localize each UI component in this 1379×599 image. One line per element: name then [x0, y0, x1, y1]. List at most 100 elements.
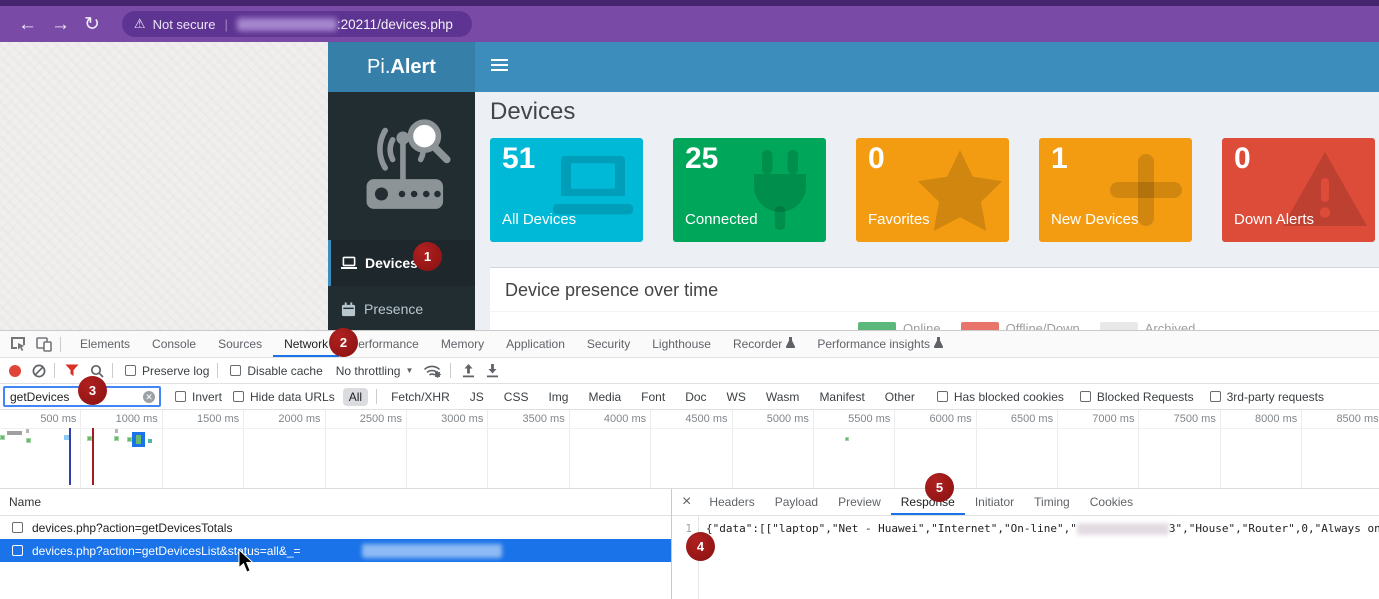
request-mark [26, 429, 29, 433]
tab-application[interactable]: Application [495, 331, 576, 357]
toolbar-separator [60, 337, 61, 352]
annotation-step-1: 1 [413, 242, 442, 271]
request-detail-pane: × Headers Payload Preview Response Initi… [672, 489, 1379, 599]
filter-chip-font[interactable]: Font [635, 388, 671, 406]
device-toolbar-icon[interactable] [36, 337, 52, 352]
network-overview-timeline[interactable]: 500 ms 1000 ms 1500 ms 2000 ms 2500 ms 3… [0, 410, 1379, 489]
tab-memory[interactable]: Memory [430, 331, 495, 357]
preserve-log-checkbox[interactable]: Preserve log [125, 364, 209, 378]
filter-chip-fetch-xhr[interactable]: Fetch/XHR [385, 388, 456, 406]
filter-chip-img[interactable]: Img [542, 388, 574, 406]
checkbox[interactable] [12, 545, 23, 556]
checkbox[interactable] [937, 391, 948, 402]
devtools-panel: Elements Console Sources Network Perform… [0, 330, 1379, 599]
sidebar-item-presence[interactable]: Presence [328, 286, 475, 330]
card-all-devices[interactable]: 51 All Devices [490, 138, 643, 242]
request-mark [64, 435, 69, 440]
timeline-tick-label: 3000 ms [441, 413, 483, 425]
address-bar[interactable]: ⚠ Not secure | :20211/devices.php [122, 11, 472, 37]
inspect-element-icon[interactable] [10, 336, 26, 352]
detail-tab-payload[interactable]: Payload [765, 489, 828, 515]
export-har-icon[interactable] [486, 364, 499, 378]
checkbox[interactable] [233, 391, 244, 402]
annotation-step-4: 4 [686, 532, 715, 561]
checkbox[interactable] [230, 365, 241, 376]
detail-tab-timing[interactable]: Timing [1024, 489, 1080, 515]
reload-icon[interactable]: ↻ [84, 15, 100, 34]
card-connected[interactable]: 25 Connected [673, 138, 826, 242]
timeline-tick-label: 1500 ms [197, 413, 239, 425]
third-party-requests-checkbox[interactable]: 3rd-party requests [1210, 390, 1324, 404]
throttling-dropdown[interactable]: No throttling ▼ [336, 364, 414, 378]
close-icon[interactable]: × [682, 493, 691, 511]
disable-cache-checkbox[interactable]: Disable cache [230, 364, 322, 378]
filter-chip-js[interactable]: JS [464, 388, 490, 406]
request-row-selected[interactable]: devices.php?action=getDevicesList&status… [0, 539, 671, 562]
blocked-requests-checkbox[interactable]: Blocked Requests [1080, 390, 1194, 404]
detail-tab-headers[interactable]: Headers [699, 489, 764, 515]
toolbar-separator [376, 389, 377, 404]
timeline-tick-label: 1000 ms [116, 413, 158, 425]
clear-filter-icon[interactable]: ✕ [143, 391, 155, 403]
filter-chip-all[interactable]: All [343, 388, 368, 406]
hamburger-menu-icon[interactable] [491, 59, 508, 74]
panel-title: Device presence over time [490, 268, 1379, 312]
checkbox[interactable] [12, 522, 23, 533]
import-har-icon[interactable] [462, 364, 475, 378]
card-label: Down Alerts [1234, 211, 1314, 228]
card-down-alerts[interactable]: 0 Down Alerts [1222, 138, 1375, 242]
checkbox[interactable] [1080, 391, 1091, 402]
request-row[interactable]: devices.php?action=getDevicesTotals [0, 516, 671, 539]
detail-tab-preview[interactable]: Preview [828, 489, 891, 515]
tab-performance-insights[interactable]: Performance insights [806, 331, 954, 357]
filter-input-value: getDevices [10, 390, 143, 404]
card-favorites[interactable]: 0 Favorites [856, 138, 1009, 242]
filter-chip-manifest[interactable]: Manifest [813, 388, 870, 406]
back-icon[interactable]: ← [18, 15, 37, 34]
network-conditions-icon[interactable] [424, 364, 442, 378]
detail-tab-initiator[interactable]: Initiator [965, 489, 1024, 515]
calendar-icon [341, 302, 356, 317]
request-name: devices.php?action=getDevicesTotals [32, 521, 232, 535]
name-column-header[interactable]: Name [0, 489, 671, 516]
sidebar-item-devices[interactable]: Devices [328, 240, 475, 286]
clear-icon[interactable] [32, 364, 46, 378]
filter-chip-other[interactable]: Other [879, 388, 921, 406]
hide-data-urls-checkbox[interactable]: Hide data URLs [233, 390, 335, 404]
response-viewer[interactable]: 1 {"data":[["laptop","Net - Huawei","Int… [672, 516, 1379, 599]
filter-chip-wasm[interactable]: Wasm [760, 388, 806, 406]
tab-recorder[interactable]: Recorder [722, 331, 806, 357]
detail-tab-cookies[interactable]: Cookies [1080, 489, 1143, 515]
timeline-tick-label: 4500 ms [685, 413, 727, 425]
checkbox[interactable] [175, 391, 186, 402]
invert-checkbox[interactable]: Invert [175, 390, 222, 404]
filter-chip-doc[interactable]: Doc [679, 388, 712, 406]
app-logo[interactable]: Pi.Alert [328, 42, 475, 92]
filter-chip-ws[interactable]: WS [721, 388, 752, 406]
tab-console[interactable]: Console [141, 331, 207, 357]
domcontentloaded-line [69, 428, 71, 485]
tab-lighthouse[interactable]: Lighthouse [641, 331, 722, 357]
timeline-tick-label: 6500 ms [1011, 413, 1053, 425]
checkbox[interactable] [1210, 391, 1221, 402]
tab-sources[interactable]: Sources [207, 331, 273, 357]
card-new-devices[interactable]: 1 New Devices [1039, 138, 1192, 242]
forward-icon[interactable]: → [51, 15, 70, 34]
tab-elements[interactable]: Elements [69, 331, 141, 357]
checkbox[interactable] [125, 365, 136, 376]
legend-label: Archived [1145, 321, 1196, 330]
filter-chip-css[interactable]: CSS [498, 388, 535, 406]
ruler-divider [0, 428, 1379, 429]
record-button[interactable] [9, 365, 21, 377]
tab-security[interactable]: Security [576, 331, 641, 357]
app-header: Pi.Alert Run: Plugins Syn (28, [328, 42, 1379, 92]
devtools-tabbar: Elements Console Sources Network Perform… [0, 331, 1379, 358]
mouse-cursor [238, 549, 256, 575]
filter-chip-media[interactable]: Media [582, 388, 627, 406]
has-blocked-cookies-checkbox[interactable]: Has blocked cookies [937, 390, 1064, 404]
router-scan-logo-icon [346, 110, 458, 222]
filter-icon[interactable] [65, 364, 79, 377]
url-path: :20211/devices.php [337, 17, 453, 32]
timeline-tick-label: 8000 ms [1255, 413, 1297, 425]
timeline-tick-label: 3500 ms [523, 413, 565, 425]
